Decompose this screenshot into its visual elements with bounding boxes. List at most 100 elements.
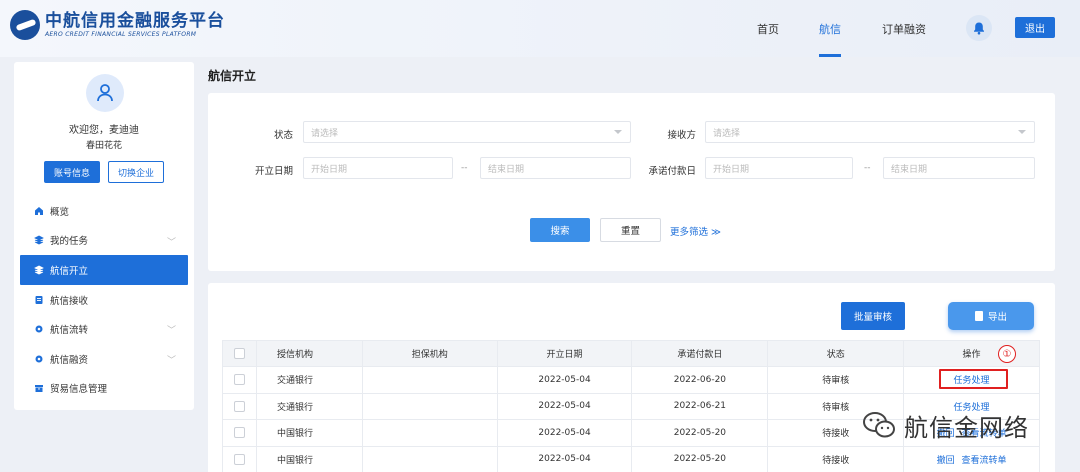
guarantor-cell <box>361 445 498 472</box>
range-separator: -- <box>461 163 468 173</box>
sidebar-menu: 概览 我的任务 ﹀ 航信开立 航信接收 航信流转 ﹀ 航信融资 ﹀ 贸易信息管理 <box>20 196 188 403</box>
brand-logo[interactable]: 中航信用金融服务平台 AERO CREDIT FINANCIAL SERVICE… <box>10 10 225 40</box>
caret-down-icon <box>614 130 622 134</box>
credit-org-cell: 交通银行 <box>255 366 363 394</box>
sidebar-item-label: 航信接收 <box>50 295 89 307</box>
document-icon <box>35 295 43 304</box>
row-checkbox[interactable] <box>233 453 245 465</box>
open-date-cell: 2022-05-04 <box>496 419 633 447</box>
reset-button[interactable]: 重置 <box>600 218 661 242</box>
caret-down-icon <box>1018 130 1026 134</box>
open-date-start-input[interactable]: 开始日期 <box>303 157 453 179</box>
sidebar-item-overview[interactable]: 概览 <box>20 196 188 226</box>
nav-active-indicator <box>819 54 841 57</box>
status-label: 状态 <box>273 130 293 141</box>
row-checkbox[interactable] <box>233 374 245 386</box>
export-label: 导出 <box>987 312 1007 323</box>
sidebar-item-label: 贸易信息管理 <box>50 384 108 396</box>
pay-date-start-placeholder: 开始日期 <box>713 164 750 175</box>
sidebar-item-hangxin-open[interactable]: 航信开立 <box>20 255 188 285</box>
wechat-icon <box>863 412 895 438</box>
open-date-end-input[interactable]: 结束日期 <box>480 157 631 179</box>
pay-date-cell: 2022-05-20 <box>631 445 769 472</box>
top-header: 中航信用金融服务平台 AERO CREDIT FINANCIAL SERVICE… <box>0 0 1080 57</box>
pay-date-end-input[interactable]: 结束日期 <box>883 157 1035 179</box>
sidebar-item-label: 航信流转 <box>50 325 89 337</box>
layers-icon <box>34 235 44 245</box>
chevron-down-icon: ﹀ <box>166 237 176 248</box>
gear-icon <box>35 325 43 333</box>
batch-review-button[interactable]: 批量审核 <box>841 302 905 330</box>
nav-item-hangxin[interactable]: 航信 <box>819 0 841 57</box>
more-filters-link[interactable]: 更多筛选 ≫ <box>670 224 721 238</box>
export-button[interactable]: 导出 <box>948 302 1034 330</box>
watermark: 航信金网络 <box>862 405 1029 445</box>
receiver-label: 接收方 <box>667 130 696 141</box>
company-name: 春田花花 <box>85 141 122 151</box>
range-separator: -- <box>864 163 871 173</box>
status-select[interactable]: 请选择 <box>303 121 631 143</box>
action-cell: 撤回 查看流转单 <box>903 445 1040 472</box>
open-date-start-placeholder: 开始日期 <box>311 164 348 175</box>
user-icon <box>97 84 113 102</box>
table-row: 交通银行 2022-05-04 2022-06-20 待审核 任务处理 <box>222 366 1040 394</box>
status-placeholder: 请选择 <box>311 128 339 139</box>
bell-icon[interactable] <box>966 15 992 41</box>
sidebar-item-my-tasks[interactable]: 我的任务 ﹀ <box>20 226 188 256</box>
status-cell: 待审核 <box>767 366 905 394</box>
sidebar-item-label: 航信开立 <box>50 265 89 277</box>
sidebar-item-label: 航信融资 <box>50 354 89 366</box>
view-transfer-link[interactable]: 查看流转单 <box>961 456 1006 466</box>
gear-icon <box>35 355 43 363</box>
brand-title: 中航信用金融服务平台 <box>45 11 225 31</box>
credit-org-cell: 中国银行 <box>255 419 363 447</box>
sidebar-item-hangxin-transfer[interactable]: 航信流转 ﹀ <box>20 314 188 344</box>
annotation-highlight-box <box>939 369 1008 389</box>
sidebar-item-hangxin-financing[interactable]: 航信融资 ﹀ <box>20 344 188 374</box>
nav-item-order-financing[interactable]: 订单融资 <box>882 0 926 57</box>
pay-date-cell: 2022-05-20 <box>631 419 769 447</box>
row-checkbox[interactable] <box>233 427 245 439</box>
pay-date-cell: 2022-06-21 <box>631 392 769 420</box>
table-row: 中国银行 2022-05-04 2022-05-20 待接收 撤回 查看流转单 <box>222 445 1040 472</box>
pay-date-end-placeholder: 结束日期 <box>891 164 928 175</box>
pay-date-start-input[interactable]: 开始日期 <box>705 157 853 179</box>
open-date-label: 开立日期 <box>254 166 293 177</box>
brand-subtitle: AERO CREDIT FINANCIAL SERVICES PLATFORM <box>45 31 197 38</box>
withdraw-link[interactable]: 撤回 <box>937 456 955 466</box>
open-date-cell: 2022-05-04 <box>496 445 633 472</box>
nav-item-home[interactable]: 首页 <box>757 0 779 57</box>
sidebar-item-hangxin-receive[interactable]: 航信接收 <box>20 285 188 315</box>
guarantor-cell <box>361 366 498 394</box>
sidebar: 欢迎您，麦迪迪 春田花花 账号信息 切换企业 概览 我的任务 ﹀ 航信开立 航信… <box>14 62 194 410</box>
credit-org-cell: 交通银行 <box>255 392 363 420</box>
switch-company-button[interactable]: 切换企业 <box>108 161 164 183</box>
guarantor-cell <box>361 419 498 447</box>
col-header[interactable]: 状态 <box>767 340 905 367</box>
col-header[interactable]: 授信机构 <box>255 340 363 367</box>
receiver-select[interactable]: 请选择 <box>705 121 1035 143</box>
export-icon <box>974 311 983 321</box>
annotation-marker: ① <box>998 345 1016 363</box>
col-header: 操作 <box>903 340 1040 367</box>
chevron-down-icon: ﹀ <box>166 355 176 366</box>
open-date-end-placeholder: 结束日期 <box>488 164 525 175</box>
avatar[interactable] <box>86 74 124 112</box>
watermark-text: 航信金网络 <box>904 413 1029 442</box>
sidebar-item-trade-info[interactable]: 贸易信息管理 <box>20 374 188 404</box>
brand-logo-icon <box>10 10 40 40</box>
logout-button[interactable]: 退出 <box>1015 17 1055 38</box>
row-checkbox[interactable] <box>233 400 245 412</box>
guarantor-cell <box>361 392 498 420</box>
credit-org-cell: 中国银行 <box>255 445 363 472</box>
account-info-button[interactable]: 账号信息 <box>44 161 100 183</box>
select-all-checkbox[interactable] <box>233 348 245 359</box>
open-date-cell: 2022-05-04 <box>496 366 633 394</box>
col-header[interactable]: 担保机构 <box>361 340 498 367</box>
pay-date-label: 承诺付款日 <box>648 166 696 177</box>
col-header[interactable]: 承诺付款日 <box>631 340 769 367</box>
col-header[interactable]: 开立日期 <box>496 340 633 367</box>
search-button[interactable]: 搜索 <box>530 218 590 242</box>
pay-date-cell: 2022-06-20 <box>631 366 769 394</box>
chevron-down-icon: ﹀ <box>166 326 176 337</box>
